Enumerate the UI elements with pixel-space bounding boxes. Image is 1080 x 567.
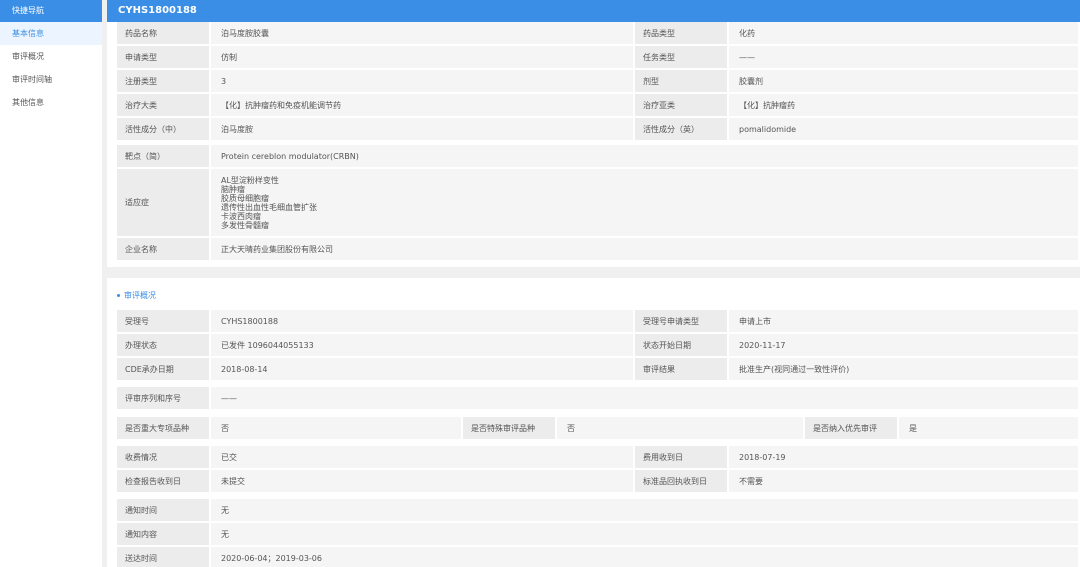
- field-value: 无: [211, 523, 1080, 547]
- field-label: 活性成分（英）: [635, 118, 729, 142]
- field-label: 受理号申请类型: [635, 310, 729, 334]
- info-row: 通知时间 无: [117, 499, 1080, 523]
- field-value: 已交: [211, 446, 635, 470]
- field-label: 注册类型: [117, 70, 211, 94]
- field-value: 已发件 1096044055133: [211, 334, 635, 358]
- field-value: 否: [557, 417, 805, 441]
- field-label: 药品类型: [635, 22, 729, 46]
- field-value: 化药: [729, 22, 1080, 46]
- info-row: 通知内容 无: [117, 523, 1080, 547]
- field-value: ——: [211, 387, 1080, 411]
- info-row: 注册类型 3 剂型 胶囊剂: [117, 70, 1080, 94]
- info-row: 评审序列和序号 ——: [117, 387, 1080, 411]
- field-value: Protein cereblon modulator(CRBN): [211, 145, 1080, 169]
- field-value: 胶囊剂: [729, 70, 1080, 94]
- info-row: 企业名称 正大天晴药业集团股份有限公司: [117, 238, 1080, 262]
- sidebar-item-review-overview[interactable]: 审评概况: [0, 45, 102, 68]
- field-label: 受理号: [117, 310, 211, 334]
- field-value: 仿制: [211, 46, 635, 70]
- info-row: 适应症 AL型淀粉样变性 脑肿瘤 胶质母细胞瘤 遗传性出血性毛细血管扩张 卡波西…: [117, 169, 1080, 238]
- sidebar-item-other-info[interactable]: 其他信息: [0, 91, 102, 114]
- field-label: 审评结果: [635, 358, 729, 382]
- field-value: 【化】抗肿瘤药和免疫机能调节药: [211, 94, 635, 118]
- field-value: 正大天晴药业集团股份有限公司: [211, 238, 1080, 262]
- indication-list: AL型淀粉样变性 脑肿瘤 胶质母细胞瘤 遗传性出血性毛细血管扩张 卡波西肉瘤 多…: [211, 169, 1080, 238]
- field-label: CDE承办日期: [117, 358, 211, 382]
- info-row: 送达时间 2020-06-04；2019-03-06: [117, 547, 1080, 567]
- sidebar-item-review-timeline[interactable]: 审评时间轴: [0, 68, 102, 91]
- field-label: 是否特殊审评品种: [463, 417, 557, 441]
- info-row: 办理状态 已发件 1096044055133 状态开始日期 2020-11-17: [117, 334, 1080, 358]
- field-value: 2018-07-19: [729, 446, 1080, 470]
- field-label: 检查报告收到日: [117, 470, 211, 494]
- field-value: 3: [211, 70, 635, 94]
- field-label: 任务类型: [635, 46, 729, 70]
- field-label: 是否重大专项品种: [117, 417, 211, 441]
- indication-item: 脑肿瘤: [221, 184, 245, 194]
- field-label: 剂型: [635, 70, 729, 94]
- field-value: 否: [211, 417, 463, 441]
- info-row: 检查报告收到日 未提交 标准品回执收到日 不需要: [117, 470, 1080, 494]
- indication-item: 遗传性出血性毛细血管扩张: [221, 202, 317, 212]
- field-label: 通知内容: [117, 523, 211, 547]
- field-label: 适应症: [117, 169, 211, 238]
- info-row: 是否重大专项品种 否 是否特殊审评品种 否 是否纳入优先审评 是: [117, 417, 1080, 441]
- field-value: pomalidomide: [729, 118, 1080, 142]
- field-label: 企业名称: [117, 238, 211, 262]
- sidebar-item-basic-info[interactable]: 基本信息: [0, 22, 102, 45]
- indication-item: 多发性骨髓瘤: [221, 220, 269, 230]
- review-overview-card: 审评概况 受理号 CYHS1800188 受理号申请类型 申请上市 办理状态 已…: [107, 278, 1080, 567]
- page-title: CYHS1800188: [107, 0, 1080, 22]
- main-content: CYHS1800188 药品名称 泊马度胺胶囊 药品类型 化药 申请类型 仿制 …: [107, 0, 1080, 567]
- field-label: 靶点（简）: [117, 145, 211, 169]
- field-value: 未提交: [211, 470, 635, 494]
- field-value: 【化】抗肿瘤药: [729, 94, 1080, 118]
- indication-item: 胶质母细胞瘤: [221, 193, 269, 203]
- info-row: 受理号 CYHS1800188 受理号申请类型 申请上市: [117, 310, 1080, 334]
- section-title: 审评概况: [117, 290, 156, 301]
- field-value: 不需要: [729, 470, 1080, 494]
- info-row: 活性成分（中） 泊马度胺 活性成分（英） pomalidomide: [117, 118, 1080, 142]
- field-value: 2020-11-17: [729, 334, 1080, 358]
- field-label: 是否纳入优先审评: [805, 417, 899, 441]
- field-value: ——: [729, 46, 1080, 70]
- field-value: CYHS1800188: [211, 310, 635, 334]
- field-label: 费用收到日: [635, 446, 729, 470]
- info-row: 治疗大类 【化】抗肿瘤药和免疫机能调节药 治疗亚类 【化】抗肿瘤药: [117, 94, 1080, 118]
- field-label: 治疗大类: [117, 94, 211, 118]
- field-label: 药品名称: [117, 22, 211, 46]
- field-label: 评审序列和序号: [117, 387, 211, 411]
- field-value: 2018-08-14: [211, 358, 635, 382]
- field-value: 是: [899, 417, 1080, 441]
- field-label: 送达时间: [117, 547, 211, 567]
- bullet-icon: [117, 294, 120, 297]
- info-row: CDE承办日期 2018-08-14 审评结果 批准生产(视同通过一致性评价): [117, 358, 1080, 382]
- info-row: 申请类型 仿制 任务类型 ——: [117, 46, 1080, 70]
- info-row: 药品名称 泊马度胺胶囊 药品类型 化药: [117, 22, 1080, 46]
- field-label: 活性成分（中）: [117, 118, 211, 142]
- info-row: 收费情况 已交 费用收到日 2018-07-19: [117, 446, 1080, 470]
- indication-item: 卡波西肉瘤: [221, 211, 261, 221]
- field-value: 批准生产(视同通过一致性评价): [729, 358, 1080, 382]
- sidebar: 快捷导航 基本信息 审评概况 审评时间轴 其他信息: [0, 0, 102, 567]
- field-label: 状态开始日期: [635, 334, 729, 358]
- field-value: 2020-06-04；2019-03-06: [211, 547, 1080, 567]
- field-label: 申请类型: [117, 46, 211, 70]
- field-label: 治疗亚类: [635, 94, 729, 118]
- field-value: 泊马度胺: [211, 118, 635, 142]
- field-label: 收费情况: [117, 446, 211, 470]
- field-value: 泊马度胺胶囊: [211, 22, 635, 46]
- field-label: 标准品回执收到日: [635, 470, 729, 494]
- info-row: 靶点（简） Protein cereblon modulator(CRBN): [117, 145, 1080, 169]
- field-value: 无: [211, 499, 1080, 523]
- field-label: 通知时间: [117, 499, 211, 523]
- basic-info-card: 药品名称 泊马度胺胶囊 药品类型 化药 申请类型 仿制 任务类型 —— 注册类型…: [107, 22, 1080, 267]
- indication-item: AL型淀粉样变性: [221, 175, 279, 185]
- field-value: 申请上市: [729, 310, 1080, 334]
- field-label: 办理状态: [117, 334, 211, 358]
- section-title-text: 审评概况: [124, 291, 156, 300]
- sidebar-header: 快捷导航: [0, 0, 102, 22]
